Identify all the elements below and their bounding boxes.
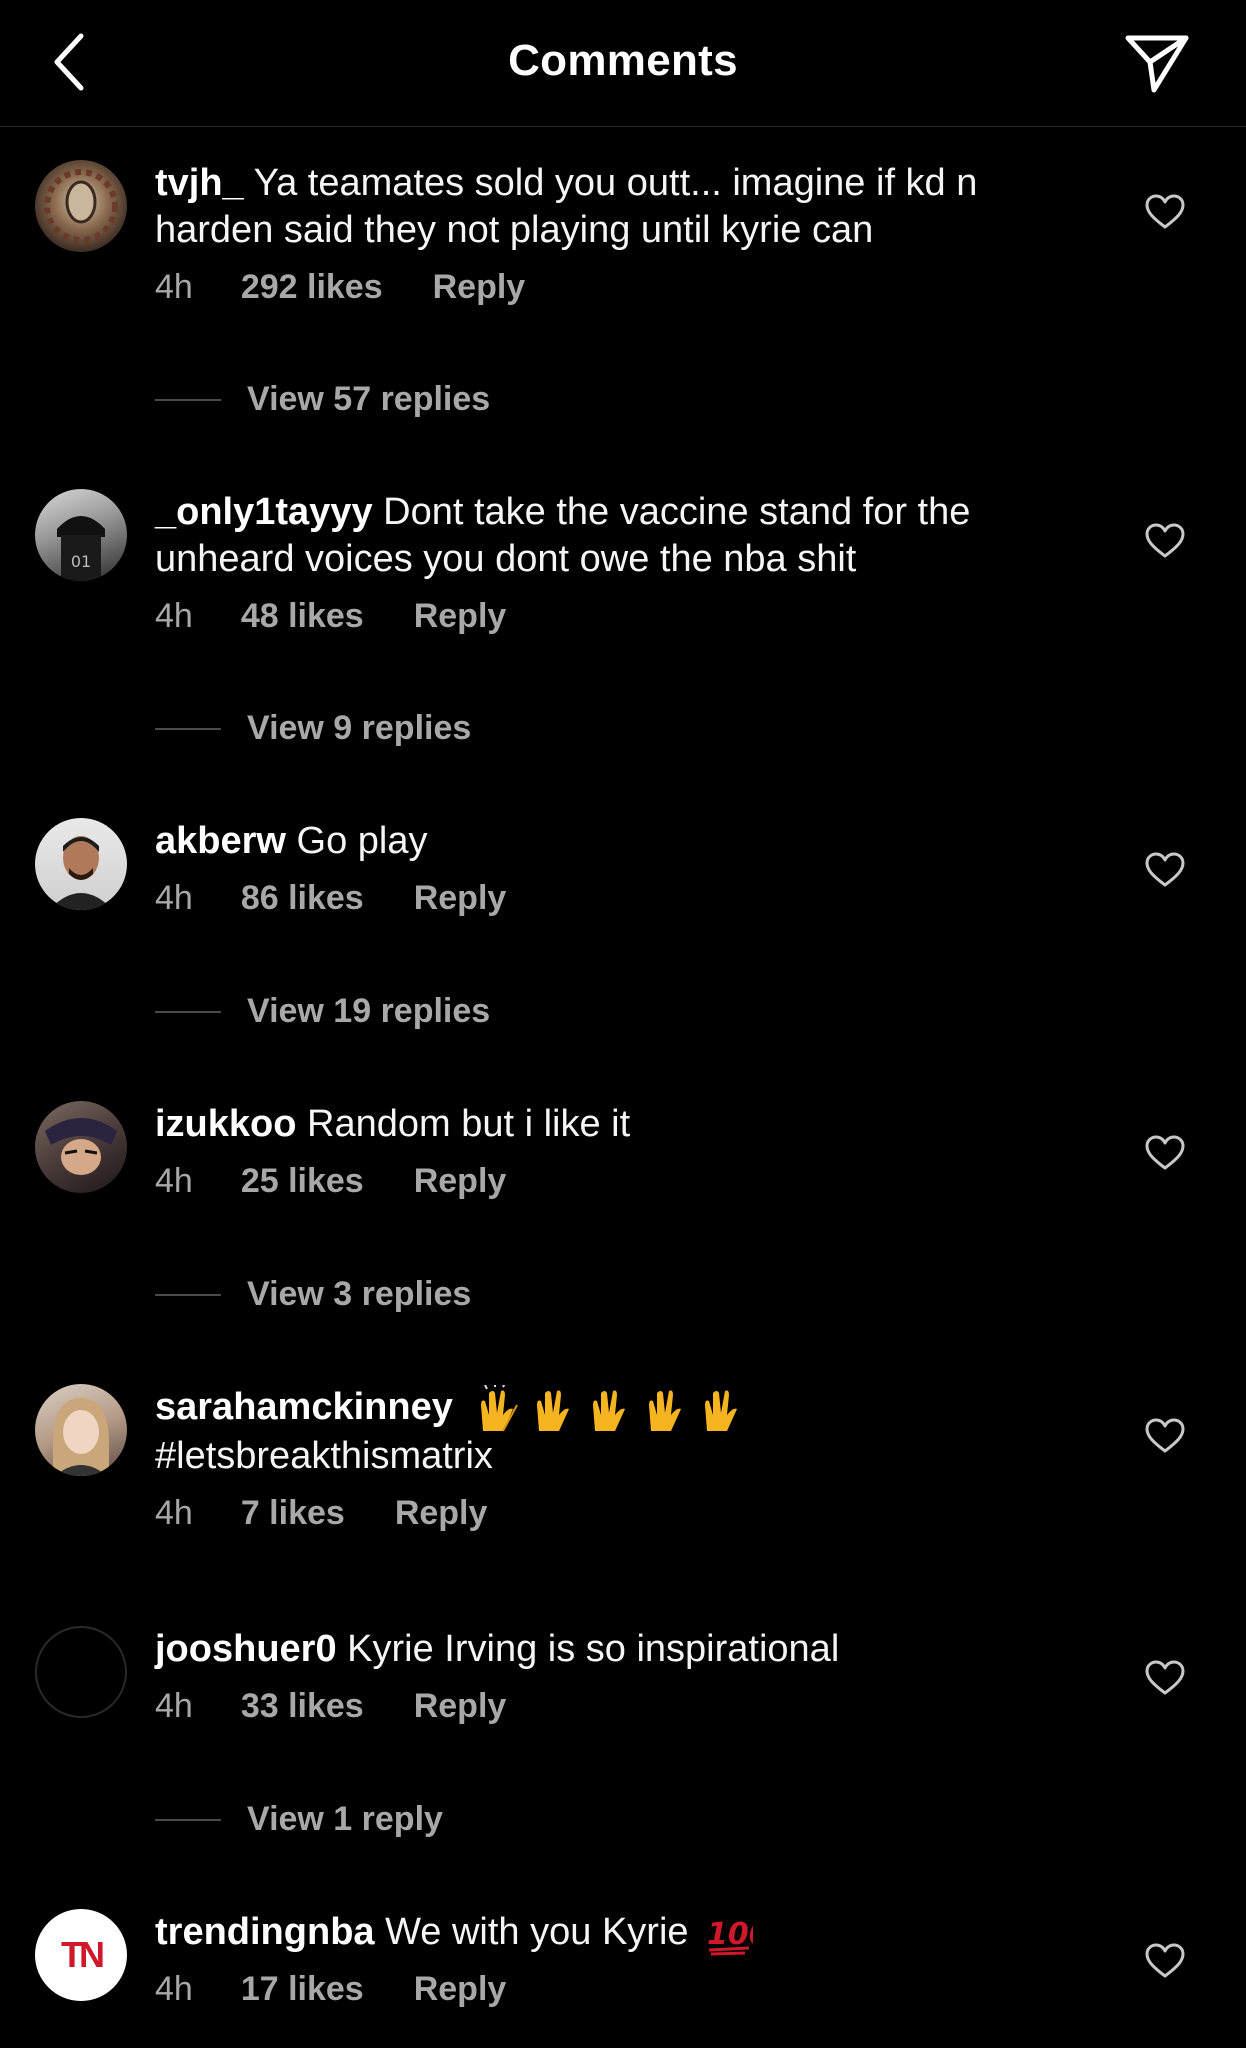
heart-icon[interactable]: [1145, 1943, 1185, 1979]
comment-body: Kyrie Irving is so inspirational: [347, 1628, 840, 1670]
avatar-anime-icon: [45, 1118, 117, 1175]
comment-time: 4h: [155, 597, 193, 635]
comment-meta: 4h 33 likes Reply: [155, 1687, 1075, 1726]
avatar[interactable]: [35, 1101, 127, 1193]
comment-text: jooshuer0 Kyrie Irving is so inspiration…: [155, 1626, 1075, 1673]
comment-time: 4h: [155, 1970, 193, 2008]
reply-button[interactable]: Reply: [414, 1162, 507, 1201]
comment-username[interactable]: sarahamckinney: [155, 1386, 453, 1428]
view-replies-label: View 57 replies: [247, 380, 491, 418]
divider-line: [155, 727, 221, 730]
comment-meta: 4h 86 likes Reply: [155, 879, 1075, 918]
avatar-person-icon: 01: [57, 516, 105, 581]
avatar[interactable]: [35, 818, 127, 910]
comment-likes[interactable]: 33 likes: [241, 1687, 364, 1726]
comment-username[interactable]: _only1tayyy: [155, 491, 373, 533]
view-replies-button[interactable]: View 9 replies: [155, 709, 471, 748]
avatar-art-icon: [44, 169, 118, 243]
avatar[interactable]: 01: [35, 489, 127, 581]
comment-likes[interactable]: 48 likes: [241, 597, 364, 636]
reply-button[interactable]: Reply: [395, 1494, 488, 1533]
heart-icon[interactable]: [1145, 1135, 1185, 1171]
comment-text: izukkoo Random but i like it: [155, 1101, 1075, 1148]
comment-meta: 4h 7 likes Reply: [155, 1494, 1075, 1533]
paper-plane-icon: [1125, 35, 1189, 93]
comment-body: We with you Kyrie: [385, 1911, 689, 1953]
comment-meta: 4h 17 likes Reply: [155, 1970, 1075, 2009]
comment-time: 4h: [155, 1493, 193, 1532]
comment-likes[interactable]: 17 likes: [241, 1970, 364, 2009]
header-bar: Comments: [0, 0, 1246, 127]
comment-body: Random but i like it: [307, 1103, 631, 1145]
comment-username[interactable]: izukkoo: [155, 1103, 296, 1145]
comment-likes[interactable]: 7 likes: [241, 1494, 345, 1533]
divider-line: [155, 1010, 221, 1013]
view-replies-label: View 9 replies: [247, 709, 472, 747]
view-replies-button[interactable]: View 3 replies: [155, 1275, 471, 1314]
reply-button[interactable]: Reply: [414, 1687, 507, 1726]
comment-text: _only1tayyy Dont take the vaccine stand …: [155, 489, 1075, 583]
view-replies-button[interactable]: View 1 reply: [155, 1800, 443, 1839]
view-replies-label: View 19 replies: [247, 992, 491, 1030]
heart-icon[interactable]: [1145, 852, 1185, 888]
comment-likes[interactable]: 86 likes: [241, 879, 364, 918]
hundred-points-icon: 100: [707, 1917, 770, 1956]
comment-meta: 4h 48 likes Reply: [155, 597, 1075, 636]
view-replies-button[interactable]: View 19 replies: [155, 992, 490, 1031]
comment-likes[interactable]: 292 likes: [241, 268, 383, 307]
svg-text:01: 01: [71, 552, 91, 571]
heart-icon[interactable]: [1145, 1418, 1185, 1454]
avatar-person-icon: [53, 1398, 109, 1476]
avatar[interactable]: [35, 160, 127, 252]
heart-icon[interactable]: [1145, 194, 1185, 230]
comment-time: 4h: [155, 1687, 193, 1725]
avatar[interactable]: [35, 1626, 127, 1718]
heart-icon[interactable]: [1145, 523, 1185, 559]
comment-username[interactable]: akberw: [155, 820, 286, 862]
avatar-logo-text: TN: [61, 1934, 105, 1975]
avatar-person-icon: [49, 836, 113, 910]
divider-line: [155, 1293, 221, 1296]
comment-meta: 4h 25 likes Reply: [155, 1162, 1075, 1201]
heart-icon[interactable]: [1145, 1660, 1185, 1696]
divider-line: [155, 398, 221, 401]
raised-hands-icon: [473, 1382, 753, 1433]
page-title: Comments: [508, 36, 738, 85]
comment-time: 4h: [155, 268, 193, 306]
view-replies-label: View 3 replies: [247, 1275, 472, 1313]
divider-line: [155, 1818, 221, 1821]
reply-button[interactable]: Reply: [433, 268, 526, 307]
avatar[interactable]: TN: [35, 1909, 127, 2001]
comment-body: Ya teamates sold you outt... imagine if …: [155, 162, 978, 251]
reply-button[interactable]: Reply: [414, 597, 507, 636]
comment-likes[interactable]: 25 likes: [241, 1162, 364, 1201]
reply-button[interactable]: Reply: [414, 879, 507, 918]
comment-hashtag[interactable]: #letsbreakthismatrix: [155, 1435, 493, 1477]
reply-button[interactable]: Reply: [414, 1970, 507, 2009]
comment-username[interactable]: trendingnba: [155, 1911, 375, 1953]
comment-text: sarahamckinney #letsbreakthismatrix: [155, 1382, 1075, 1480]
avatar[interactable]: [35, 1384, 127, 1476]
share-button[interactable]: [1120, 28, 1194, 98]
comment-username[interactable]: jooshuer0: [155, 1628, 337, 1670]
comment-text: trendingnba We with you Kyrie 100: [155, 1909, 1075, 1956]
comment-meta: 4h 292 likes Reply: [155, 268, 1075, 307]
comment-time: 4h: [155, 879, 193, 917]
comment-text: tvjh_ Ya teamates sold you outt... imagi…: [155, 160, 1075, 254]
comment-time: 4h: [155, 1162, 193, 1200]
comment-body: Go play: [296, 820, 428, 862]
view-replies-label: View 1 reply: [247, 1800, 443, 1838]
comment-text: akberw Go play: [155, 818, 1075, 865]
view-replies-button[interactable]: View 57 replies: [155, 380, 490, 419]
comment-username[interactable]: tvjh_: [155, 162, 244, 204]
